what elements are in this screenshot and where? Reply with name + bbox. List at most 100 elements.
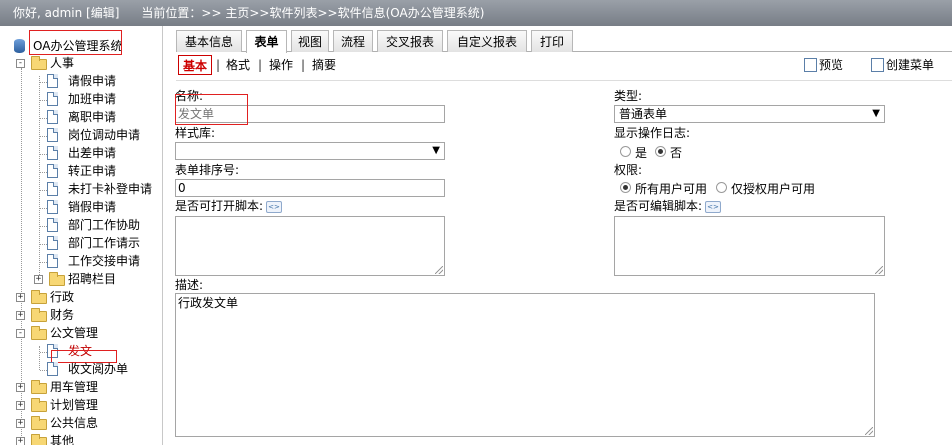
create-menu-label: 创建菜单	[886, 58, 935, 72]
tab-flow[interactable]: 流程	[333, 30, 373, 52]
subtab-summary[interactable]: 摘要	[312, 55, 336, 75]
style-select[interactable]: ▼	[175, 142, 445, 160]
tree-folder-recruit[interactable]: + 招聘栏目	[34, 270, 159, 288]
tree-item[interactable]: 加班申请	[47, 90, 162, 108]
expand-icon[interactable]: +	[16, 437, 25, 445]
tab-form[interactable]: 表单	[246, 30, 287, 53]
folder-open-icon	[31, 326, 47, 340]
tree-item-label: 岗位调动申请	[68, 128, 141, 142]
tree-item[interactable]: 未打卡补登申请	[47, 180, 162, 198]
tree-item[interactable]: 部门工作协助	[47, 216, 162, 234]
perm-auth-label: 仅授权用户可用	[731, 182, 816, 196]
tree-folder-label: 财务	[50, 308, 75, 322]
collapse-icon[interactable]: -	[16, 59, 25, 68]
breadcrumb: 当前位置：>> 主页>>软件列表>>软件信息(OA办公管理系统)	[141, 6, 485, 20]
tree-folder-plan[interactable]: + 计划管理	[16, 396, 156, 414]
subtab-operation[interactable]: 操作	[269, 55, 293, 75]
folder-icon	[31, 380, 47, 394]
user-greeting[interactable]: 你好, admin [编辑]	[13, 6, 119, 20]
perm-auth-radio[interactable]	[716, 182, 727, 193]
expand-icon[interactable]: +	[16, 383, 25, 392]
document-icon	[47, 128, 58, 142]
tree-item[interactable]: 离职申请	[47, 108, 162, 126]
tab-cross-report[interactable]: 交叉报表	[377, 30, 443, 52]
tree-folder-label: 公文管理	[50, 326, 99, 340]
tab-custom-report[interactable]: 自定义报表	[447, 30, 527, 52]
tree-item-label: 部门工作协助	[68, 218, 141, 232]
tree-folder-finance[interactable]: + 财务	[16, 306, 156, 324]
resize-grip-icon[interactable]	[865, 427, 873, 435]
divider	[176, 80, 952, 81]
document-icon	[47, 164, 58, 178]
preview-button[interactable]: 预览	[804, 56, 843, 74]
type-select[interactable]: 普通表单 ▼	[614, 105, 885, 123]
description-textarea[interactable]: 行政发文单	[175, 293, 875, 437]
subtab-format[interactable]: 格式	[226, 55, 250, 75]
tree-item[interactable]: 工作交接申请	[47, 252, 162, 270]
tree-item-label: 工作交接申请	[68, 254, 141, 268]
document-icon	[47, 218, 58, 232]
tree-item-label: 离职申请	[68, 110, 117, 124]
document-icon	[47, 110, 58, 124]
type-label: 类型:	[614, 89, 643, 103]
log-yes-radio[interactable]	[620, 146, 631, 157]
highlight-box	[175, 94, 248, 125]
order-input[interactable]	[175, 179, 445, 197]
tree-folder-admin[interactable]: + 行政	[16, 288, 156, 306]
create-menu-button[interactable]: 创建菜单	[871, 56, 934, 74]
subtab-basic[interactable]: 基本	[178, 55, 213, 75]
script-icon[interactable]: <>	[705, 201, 721, 213]
tree-item[interactable]: 出差申请	[47, 144, 162, 162]
expand-icon[interactable]: +	[16, 401, 25, 410]
permission-label: 权限:	[614, 163, 643, 177]
top-status-bar: 你好, admin [编辑] 当前位置：>> 主页>>软件列表>>软件信息(OA办…	[0, 0, 952, 26]
tree-item-label: 转正申请	[68, 164, 117, 178]
separator: |	[216, 58, 221, 72]
tree-item[interactable]: 销假申请	[47, 198, 162, 216]
tree-item[interactable]: 请假申请	[47, 72, 162, 90]
resize-grip-icon[interactable]	[435, 266, 443, 274]
document-icon	[47, 200, 58, 214]
folder-icon	[31, 416, 47, 430]
description-label: 描述:	[175, 278, 204, 292]
tab-print[interactable]: 打印	[531, 30, 573, 52]
folder-icon	[31, 434, 47, 445]
expand-icon[interactable]: +	[16, 293, 25, 302]
order-label: 表单排序号:	[175, 163, 240, 177]
edit-script-textarea[interactable]	[614, 216, 885, 276]
tree-folder-other[interactable]: + 其他	[16, 432, 156, 445]
expand-icon[interactable]: +	[34, 275, 43, 284]
tree-folder-car[interactable]: + 用车管理	[16, 378, 156, 396]
document-icon	[47, 254, 58, 268]
collapse-icon[interactable]: -	[16, 329, 25, 338]
log-no-radio[interactable]	[655, 146, 666, 157]
tree-folder-public[interactable]: + 公共信息	[16, 414, 156, 432]
log-no-label: 否	[670, 146, 683, 160]
dropdown-arrow-icon: ▼	[432, 145, 440, 156]
expand-icon[interactable]: +	[16, 419, 25, 428]
folder-icon	[31, 308, 47, 322]
tab-basic-info[interactable]: 基本信息	[176, 30, 242, 52]
tree-item[interactable]: 部门工作请示	[47, 234, 162, 252]
tree-folder-docs[interactable]: - 公文管理	[16, 324, 156, 342]
document-icon	[47, 362, 58, 376]
folder-icon	[31, 398, 47, 412]
separator: |	[258, 58, 263, 72]
tree-item-label: 加班申请	[68, 92, 117, 106]
folder-open-icon	[31, 56, 47, 70]
tab-view[interactable]: 视图	[291, 30, 329, 52]
tree-item-label: 出差申请	[68, 146, 117, 160]
tree-item[interactable]: 收文阅办单	[47, 360, 162, 378]
tree-item[interactable]: 转正申请	[47, 162, 162, 180]
perm-all-radio[interactable]	[620, 182, 631, 193]
preview-label: 预览	[819, 58, 844, 72]
tree-folder-label: 计划管理	[50, 398, 99, 412]
tree-folder-hr[interactable]: - 人事	[16, 54, 156, 72]
tree-item[interactable]: 岗位调动申请	[47, 126, 162, 144]
tree-folder-label: 招聘栏目	[68, 272, 117, 286]
script-icon[interactable]: <>	[266, 201, 282, 213]
open-script-textarea[interactable]	[175, 216, 445, 276]
resize-grip-icon[interactable]	[875, 266, 883, 274]
folder-icon	[49, 272, 65, 286]
expand-icon[interactable]: +	[16, 311, 25, 320]
